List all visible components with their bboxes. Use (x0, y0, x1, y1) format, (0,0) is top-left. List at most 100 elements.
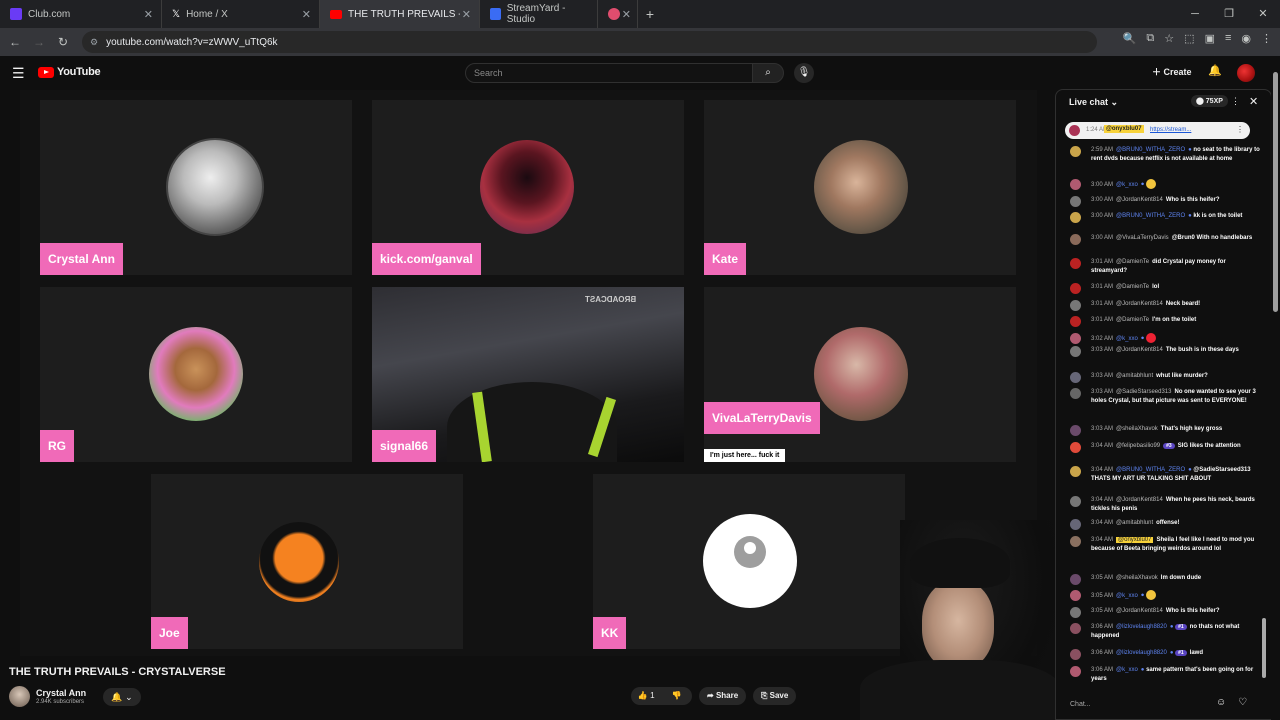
cast-icon[interactable]: ⧉ (1146, 32, 1154, 45)
chat-username[interactable]: @JordanKent814 (1116, 347, 1163, 353)
chat-avatar[interactable] (1070, 496, 1081, 507)
forward-icon[interactable]: → (27, 35, 51, 49)
chat-username[interactable]: @JordanKent814 (1116, 301, 1163, 307)
chat-username[interactable]: @lizlovelaugh8820 (1116, 624, 1167, 630)
site-info-icon[interactable]: ⚙ (90, 37, 98, 48)
browser-tab[interactable]: ✕ (598, 0, 638, 28)
minimize-icon[interactable]: ─ (1178, 0, 1212, 28)
user-avatar[interactable] (1237, 64, 1255, 82)
chat-username[interactable]: @k_xxo (1116, 182, 1138, 188)
bookmark-star-icon[interactable]: ☆ (1164, 32, 1174, 45)
xp-badge[interactable]: ⬤ 75XP (1191, 95, 1228, 107)
chat-close-icon[interactable]: ✕ (1249, 95, 1258, 108)
chat-avatar[interactable] (1070, 316, 1081, 327)
close-tab-icon[interactable]: ✕ (302, 8, 311, 21)
heart-icon[interactable]: ♡ (1238, 697, 1247, 708)
chat-username[interactable]: @amitabhlunt (1116, 520, 1153, 526)
live-chat-dropdown[interactable]: Live chat ⌄ (1069, 97, 1118, 108)
chat-input[interactable]: Chat... (1065, 697, 1205, 713)
browser-tab[interactable]: StreamYard - Studio (480, 0, 598, 28)
dislike-button[interactable]: 👎 (662, 687, 693, 705)
like-button[interactable]: 👍 1 (631, 687, 662, 705)
pinned-menu-icon[interactable]: ⋮ (1236, 125, 1244, 134)
page-scrollbar-thumb[interactable] (1273, 72, 1278, 312)
channel-avatar[interactable] (9, 686, 30, 707)
chat-avatar[interactable] (1070, 234, 1081, 245)
chat-avatar[interactable] (1070, 146, 1081, 157)
chat-avatar[interactable] (1070, 258, 1081, 269)
browser-tab[interactable]: Club.com ✕ (0, 0, 162, 28)
extensions-icon[interactable]: ⬚ (1184, 32, 1194, 45)
chat-avatar[interactable] (1070, 346, 1081, 357)
chat-scrollbar[interactable] (1261, 118, 1267, 688)
chat-avatar[interactable] (1070, 388, 1081, 399)
chat-username[interactable]: @sheilaXhavok (1116, 426, 1158, 432)
chat-avatar[interactable] (1070, 466, 1081, 477)
save-button[interactable]: ⎘ Save (753, 687, 797, 705)
chat-avatar[interactable] (1070, 300, 1081, 311)
hamburger-menu-icon[interactable]: ☰ (12, 65, 25, 82)
chat-avatar[interactable] (1070, 574, 1081, 585)
chat-avatar[interactable] (1070, 333, 1081, 344)
zoom-icon[interactable]: 🔍 (1123, 32, 1137, 45)
close-window-icon[interactable]: ✕ (1246, 0, 1280, 28)
chat-username[interactable]: @k_xxo (1116, 336, 1138, 342)
chat-username[interactable]: @lizlovelaugh8820 (1116, 650, 1167, 656)
sidepanel-icon[interactable]: ▣ (1205, 32, 1215, 45)
chat-username[interactable]: @k_xxo (1116, 667, 1138, 673)
voice-search-button[interactable]: 🎙 (794, 63, 814, 83)
chat-username[interactable]: @JordanKent814 (1116, 197, 1163, 203)
page-scrollbar[interactable] (1271, 62, 1280, 720)
chat-avatar[interactable] (1070, 425, 1081, 436)
chat-more-icon[interactable]: ⋮ (1231, 96, 1240, 107)
chat-avatar[interactable] (1070, 212, 1081, 223)
new-tab-icon[interactable]: + (638, 6, 662, 22)
share-button[interactable]: ➦ Share (699, 687, 747, 705)
pinned-message[interactable]: 1:24 AM @onyxblu07 https://stream... ⋮ (1065, 122, 1250, 139)
chat-username[interactable]: @amitabhlunt (1116, 373, 1153, 379)
chat-username[interactable]: @BRUN0_WITHA_ZERO (1116, 147, 1185, 153)
chat-username[interactable]: @JordanKent814 (1116, 608, 1163, 614)
chat-avatar[interactable] (1070, 623, 1081, 634)
media-icon[interactable]: ≡ (1225, 32, 1231, 45)
youtube-logo[interactable]: YouTube (38, 66, 101, 78)
chat-avatar[interactable] (1070, 179, 1081, 190)
chat-username[interactable]: @SadieStarseed313 (1116, 389, 1171, 395)
chat-avatar[interactable] (1070, 607, 1081, 618)
close-tab-icon[interactable]: ✕ (462, 8, 471, 21)
chat-username[interactable]: @sheilaXhavok (1116, 575, 1158, 581)
chat-username[interactable]: @BRUN0_WITHA_ZERO (1116, 467, 1185, 473)
chat-avatar[interactable] (1070, 649, 1081, 660)
chat-username[interactable]: @DamienTe (1116, 284, 1149, 290)
close-tab-icon[interactable]: ✕ (144, 8, 153, 21)
url-field[interactable]: ⚙ youtube.com/watch?v=zWWV_uTtQ6k (82, 31, 1097, 53)
chat-avatar[interactable] (1070, 442, 1081, 453)
channel-name[interactable]: Crystal Ann (36, 688, 86, 698)
chat-avatar[interactable] (1070, 519, 1081, 530)
pinned-link[interactable]: https://stream... (1150, 127, 1191, 133)
browser-tab[interactable]: 𝕏 Home / X ✕ (162, 0, 320, 28)
chat-username[interactable]: @DamienTe (1116, 317, 1149, 323)
chat-avatar[interactable] (1070, 196, 1081, 207)
menu-dots-icon[interactable]: ⋮ (1261, 32, 1272, 45)
chat-username[interactable]: @DamienTe (1116, 259, 1149, 265)
browser-tab-active[interactable]: THE TRUTH PREVAILS - CRYSTA ✕ (320, 0, 480, 28)
chat-scrollbar-thumb[interactable] (1262, 618, 1266, 678)
profile-icon[interactable]: ◉ (1241, 32, 1251, 45)
chat-avatar[interactable] (1070, 283, 1081, 294)
chat-username[interactable]: @felipebasilio99 (1116, 443, 1160, 449)
chat-avatar[interactable] (1070, 536, 1081, 547)
reload-icon[interactable]: ↻ (51, 35, 75, 49)
chat-username[interactable]: @onyxblu07 (1116, 537, 1154, 543)
chat-username[interactable]: @BRUN0_WITHA_ZERO (1116, 213, 1185, 219)
notifications-bell-icon[interactable]: 🔔 (1208, 64, 1222, 77)
maximize-icon[interactable]: ❐ (1212, 0, 1246, 28)
back-icon[interactable]: ← (3, 35, 27, 49)
search-input[interactable]: Search (465, 63, 753, 83)
close-tab-icon[interactable]: ✕ (622, 8, 631, 21)
subscription-bell-button[interactable]: 🔔 ⌄ (103, 688, 141, 706)
chat-avatar[interactable] (1070, 590, 1081, 601)
emoji-icon[interactable]: ☺ (1216, 697, 1226, 708)
chat-username[interactable]: @k_xxo (1116, 593, 1138, 599)
chat-username[interactable]: @JordanKent814 (1116, 497, 1163, 503)
